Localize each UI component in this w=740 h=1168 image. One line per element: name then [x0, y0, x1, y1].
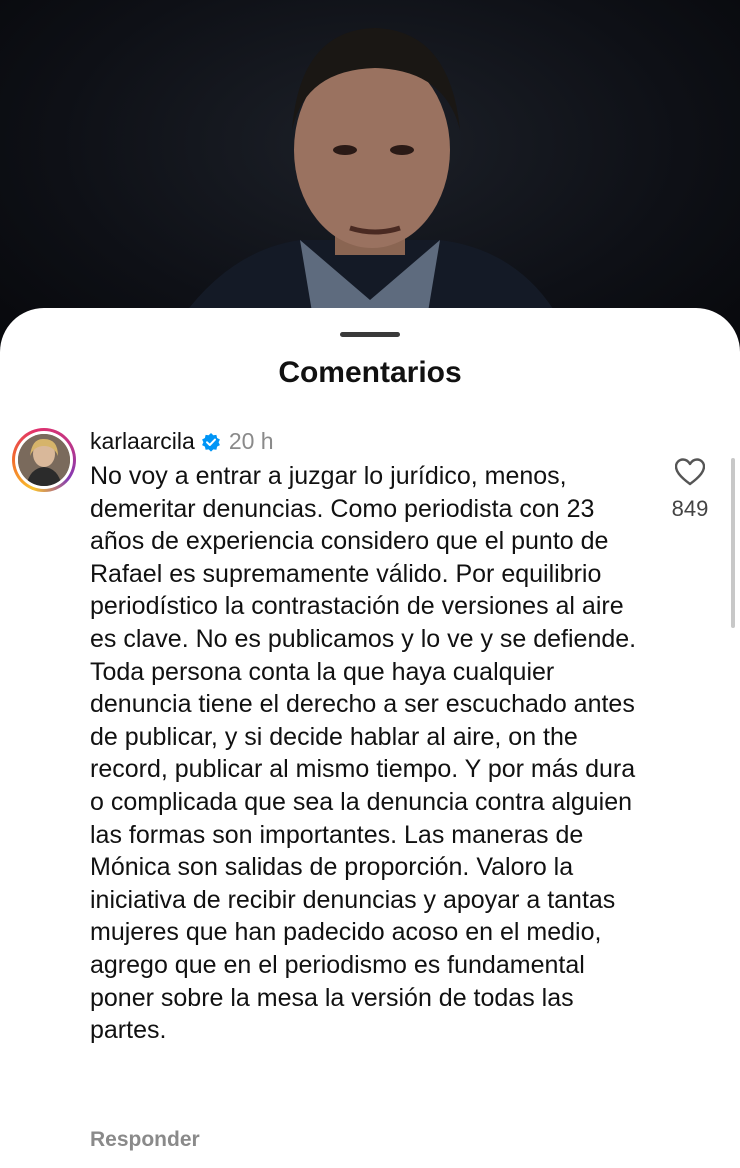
scrollbar[interactable]: [731, 458, 735, 628]
comment-username[interactable]: karlaarcila: [90, 428, 195, 455]
sheet-title: Comentarios: [278, 356, 462, 389]
avatar[interactable]: [12, 428, 76, 492]
reply-button[interactable]: Responder: [90, 1128, 200, 1152]
comment-header: karlaarcila 20 h: [90, 428, 274, 455]
video-background: [0, 0, 740, 360]
like-count: 849: [671, 496, 709, 521]
verified-badge-icon: [201, 432, 220, 452]
comment-timestamp: 20 h: [228, 428, 274, 454]
comment-text: No voy a entrar a juzgar lo jurídico, me…: [90, 462, 637, 1045]
profile-picture: [18, 434, 70, 486]
heart-outline-icon[interactable]: [675, 458, 705, 486]
like-control[interactable]: 849: [654, 458, 726, 522]
video-frame-person: [180, 28, 560, 360]
comments-sheet: Comentarios karlaarcila 20 h No voy a en…: [0, 308, 740, 1168]
drag-handle[interactable]: [340, 332, 400, 337]
